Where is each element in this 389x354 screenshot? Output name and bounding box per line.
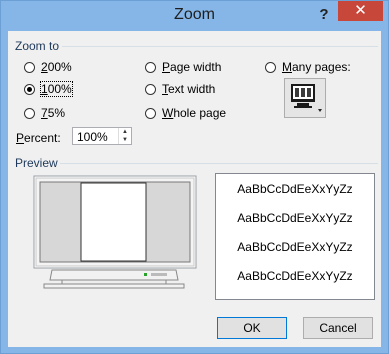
monitor-pages-icon — [291, 84, 322, 112]
radio-page-width-label: Page width — [162, 60, 222, 74]
radio-200-label: 200% — [41, 60, 72, 74]
radio-page-width-dot[interactable] — [145, 61, 156, 73]
page-preview — [16, 172, 204, 302]
percent-spinner[interactable]: ▲ ▼ — [118, 128, 131, 144]
radio-many-pages[interactable]: Many pages: — [265, 60, 351, 74]
ok-button[interactable]: OK — [217, 317, 287, 339]
radio-75-dot[interactable] — [24, 107, 35, 119]
radio-whole-page[interactable]: Whole page — [145, 106, 226, 120]
radio-text-width[interactable]: Text width — [145, 82, 215, 96]
many-pages-button[interactable] — [284, 78, 326, 118]
close-icon[interactable]: ✕ — [338, 1, 383, 21]
zoom-to-label: Zoom to — [15, 39, 60, 53]
preview-divider — [60, 163, 378, 164]
monitor-preview-graphic — [33, 175, 197, 289]
chevron-down-icon[interactable]: ▼ — [118, 136, 131, 144]
radio-page-width[interactable]: Page width — [145, 60, 221, 74]
radio-100-dot[interactable] — [24, 83, 35, 95]
sample-text: AaBbCcDdEeXxYyZz — [237, 240, 353, 254]
title-bar[interactable]: Zoom ? ✕ — [1, 1, 388, 31]
radio-many-pages-label: Many pages: — [282, 60, 351, 74]
cancel-button[interactable]: Cancel — [303, 317, 373, 339]
radio-whole-page-dot[interactable] — [145, 107, 156, 119]
radio-200-dot[interactable] — [24, 61, 35, 73]
preview-label: Preview — [15, 156, 58, 170]
radio-text-width-dot[interactable] — [145, 83, 156, 95]
text-preview: AaBbCcDdEeXxYyZz AaBbCcDdEeXxYyZz AaBbCc… — [215, 173, 375, 300]
radio-text-width-label: Text width — [162, 82, 216, 96]
dialog-body: Zoom to 200% 100% 75% Page width Text wi… — [8, 31, 381, 347]
radio-200[interactable]: 200% — [24, 60, 72, 74]
radio-75[interactable]: 75% — [24, 106, 65, 120]
zoom-to-divider — [62, 46, 378, 47]
sample-text: AaBbCcDdEeXxYyZz — [237, 211, 353, 225]
radio-100[interactable]: 100% — [24, 81, 73, 97]
percent-label: Percent: — [16, 131, 61, 145]
radio-75-label: 75% — [41, 106, 66, 120]
radio-many-pages-dot[interactable] — [265, 61, 276, 73]
sample-text: AaBbCcDdEeXxYyZz — [237, 182, 353, 196]
chevron-up-icon[interactable]: ▲ — [118, 128, 131, 136]
radio-100-label: 100% — [40, 81, 73, 97]
sample-text: AaBbCcDdEeXxYyZz — [237, 269, 353, 283]
help-icon[interactable]: ? — [314, 5, 334, 25]
zoom-dialog: Zoom ? ✕ Zoom to 200% 100% 75% Page widt… — [0, 0, 389, 354]
radio-whole-page-label: Whole page — [162, 106, 227, 120]
